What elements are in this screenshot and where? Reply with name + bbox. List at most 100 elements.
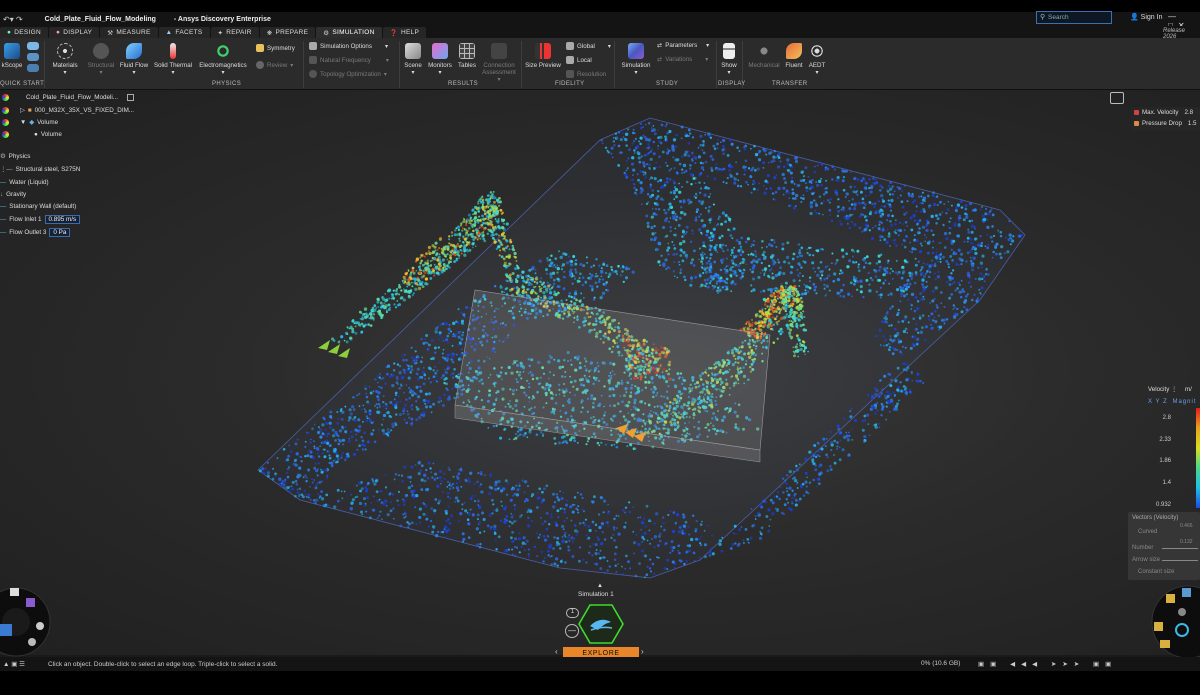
visibility-icon[interactable] [2,107,9,114]
expand-arrow-icon[interactable]: ▲ [597,583,603,589]
tree-material[interactable]: ⋮— Structural steel, S275N [0,166,80,173]
next-arrow-icon[interactable]: › [641,647,644,656]
solid-thermal-button[interactable]: Solid Thermal ▾ [152,43,194,76]
cube-icon[interactable] [26,598,35,607]
view-cube-icon[interactable] [0,624,12,636]
orbit-icon[interactable] [28,638,36,646]
arrow-size-slider[interactable] [1162,560,1198,561]
topology-optimization-button[interactable]: Topology Optimization ▾ [309,70,387,78]
tree-volume-group[interactable]: ▼ ◆ Volume [2,119,58,126]
parameters-button[interactable]: ⇄ Parameters ▾ [657,42,709,49]
fluid-flow-button[interactable]: Fluid Flow ▾ [118,43,150,76]
simulation-cube-icon [628,43,644,59]
visibility-icon[interactable] [2,131,9,138]
view-icon[interactable] [1182,588,1191,597]
show-button[interactable]: Show ▾ [719,43,739,76]
max-velocity-monitor[interactable]: Max. Velocity 2.8 [1131,107,1200,118]
legend-color-bar [1196,408,1200,508]
application-name: - Ansys Discovery Enterprise [173,15,271,23]
tree-volume[interactable]: ● Volume [2,131,62,138]
tab-prepare[interactable]: ❋ PREPARE [259,27,316,38]
symmetry-button[interactable]: Symmetry [256,44,295,52]
curved-option[interactable]: Curved [1138,529,1157,535]
mechanical-icon [756,43,772,59]
outlet-pressure-field[interactable]: 0 Pa [49,228,71,237]
shaded-cube-icon[interactable] [1166,594,1175,603]
global-button[interactable]: Global ▾ [566,42,611,50]
left-navigation-wheel[interactable] [0,582,54,658]
3d-viewport[interactable] [0,90,1200,655]
legend-axes-label: X Y Z [1148,399,1168,405]
expand-icon[interactable]: ▷ [20,107,25,114]
visibility-icon[interactable] [2,94,9,101]
dropdown-icon: ▾ [438,69,442,76]
sign-in-button[interactable]: 👤 Sign In [1130,13,1162,21]
symmetry-icon [256,44,264,52]
home-icon[interactable] [10,588,19,596]
legend-menu-icon[interactable]: ⋮ [1171,386,1177,393]
tree-inlet[interactable]: — Flow Inlet 1 0.895 m/s [0,215,81,224]
materials-button[interactable]: Materials ▾ [48,43,82,76]
electromagnetics-button[interactable]: Electromagnetics ▾ [196,43,250,76]
undo-redo-icon[interactable]: ↶▾ ↷ [3,15,23,24]
simulation-button[interactable]: Simulation ▾ [618,43,654,76]
tree-physics-label: Physics [8,153,31,160]
tables-button[interactable]: Tables [456,43,478,69]
previous-arrow-icon[interactable]: ‹ [555,647,558,656]
quickstart-tools[interactable] [26,42,40,75]
zoom-icon[interactable] [1178,608,1186,616]
simulation-options-button[interactable]: Simulation Options ▾ [309,42,388,50]
quickscope-button[interactable]: kScope [0,43,24,69]
resolution-button[interactable]: Resolution [566,70,606,78]
structural-button[interactable]: Structural ▾ [84,43,118,76]
global-label: Global [577,42,595,50]
view-cube-toggle-icon[interactable] [1110,92,1124,104]
legend-header[interactable]: Velocity ⋮ m/ [1148,386,1200,393]
visibility-icon[interactable] [2,119,9,126]
tree-gravity[interactable]: ↓ Gravity [0,191,26,198]
connection-assessment-button[interactable]: Connection Assessment ▾ [480,43,518,83]
status-icons[interactable]: ▲ ▣ ☰ [3,660,25,668]
tree-fluid[interactable]: — Water (Liquid) [0,179,49,186]
tab-label: MEASURE [116,29,151,36]
scene-button[interactable]: Scene ▾ [402,43,424,76]
collapse-study-icon[interactable]: — [565,624,579,638]
variations-button[interactable]: ⇄ Variations ▾ [657,56,708,63]
simulation-hexagon-button[interactable] [578,604,624,644]
prepare-icon: ❋ [266,29,273,37]
local-button[interactable]: Local [566,56,592,64]
monitors-button[interactable]: Monitors ▾ [425,43,455,76]
number-slider[interactable] [1162,548,1198,549]
status-tool-icons[interactable]: ▣▣ ◀◀◀ ➤➤➤ ▣▣ [978,660,1117,668]
size-preview-button[interactable]: Size Preview [524,43,562,69]
tab-display[interactable]: ● DISPLAY [48,27,100,38]
popout-icon[interactable] [127,94,135,101]
aedt-button[interactable]: AEDT ▾ [806,43,828,76]
right-navigation-wheel[interactable] [1146,582,1200,658]
tree-wall[interactable]: — Stationary Wall (default) [0,203,76,210]
review-button[interactable]: Review ▾ [256,61,293,69]
tree-part[interactable]: ▷ ■ 000_M32X_35X_VS_FIXED_DIM... [2,107,134,114]
settings-icon[interactable] [36,622,44,630]
tab-measure[interactable]: ⚒ MEASURE [100,27,158,38]
section-icon[interactable] [1160,640,1170,648]
tree-physics[interactable]: ⚙ Physics [0,153,30,160]
tab-simulation[interactable]: ⚙ SIMULATION [316,27,382,38]
mechanical-button[interactable]: Mechanical [746,43,782,69]
tab-repair[interactable]: ✦ REPAIR [210,27,259,38]
natural-frequency-button[interactable]: Natural Frequency ▾ [309,56,389,64]
pressure-drop-monitor[interactable]: Pressure Drop 1.5 [1131,118,1200,129]
fluent-button[interactable]: Fluent [783,43,805,69]
tree-outlet[interactable]: — Flow Outlet 3 0 Pa [0,228,71,237]
collapse-icon[interactable]: ▼ [20,119,26,126]
constant-size-option[interactable]: Constant size [1138,569,1174,575]
inlet-velocity-field[interactable]: 0.895 m/s [44,215,81,224]
tab-facets[interactable]: ▲ FACETS [158,27,210,38]
search-input[interactable]: ⚲ Search [1036,11,1112,24]
legend-axes[interactable]: X Y Z Magnit [1148,399,1200,405]
tab-design[interactable]: ● DESIGN [0,27,48,38]
select-cube-icon[interactable] [1154,622,1163,631]
tree-root[interactable]: Cold_Plate_Fluid_Flow_Modeli... [2,94,135,101]
materials-icon [57,43,73,59]
tab-help[interactable]: ❓ HELP [382,27,427,38]
